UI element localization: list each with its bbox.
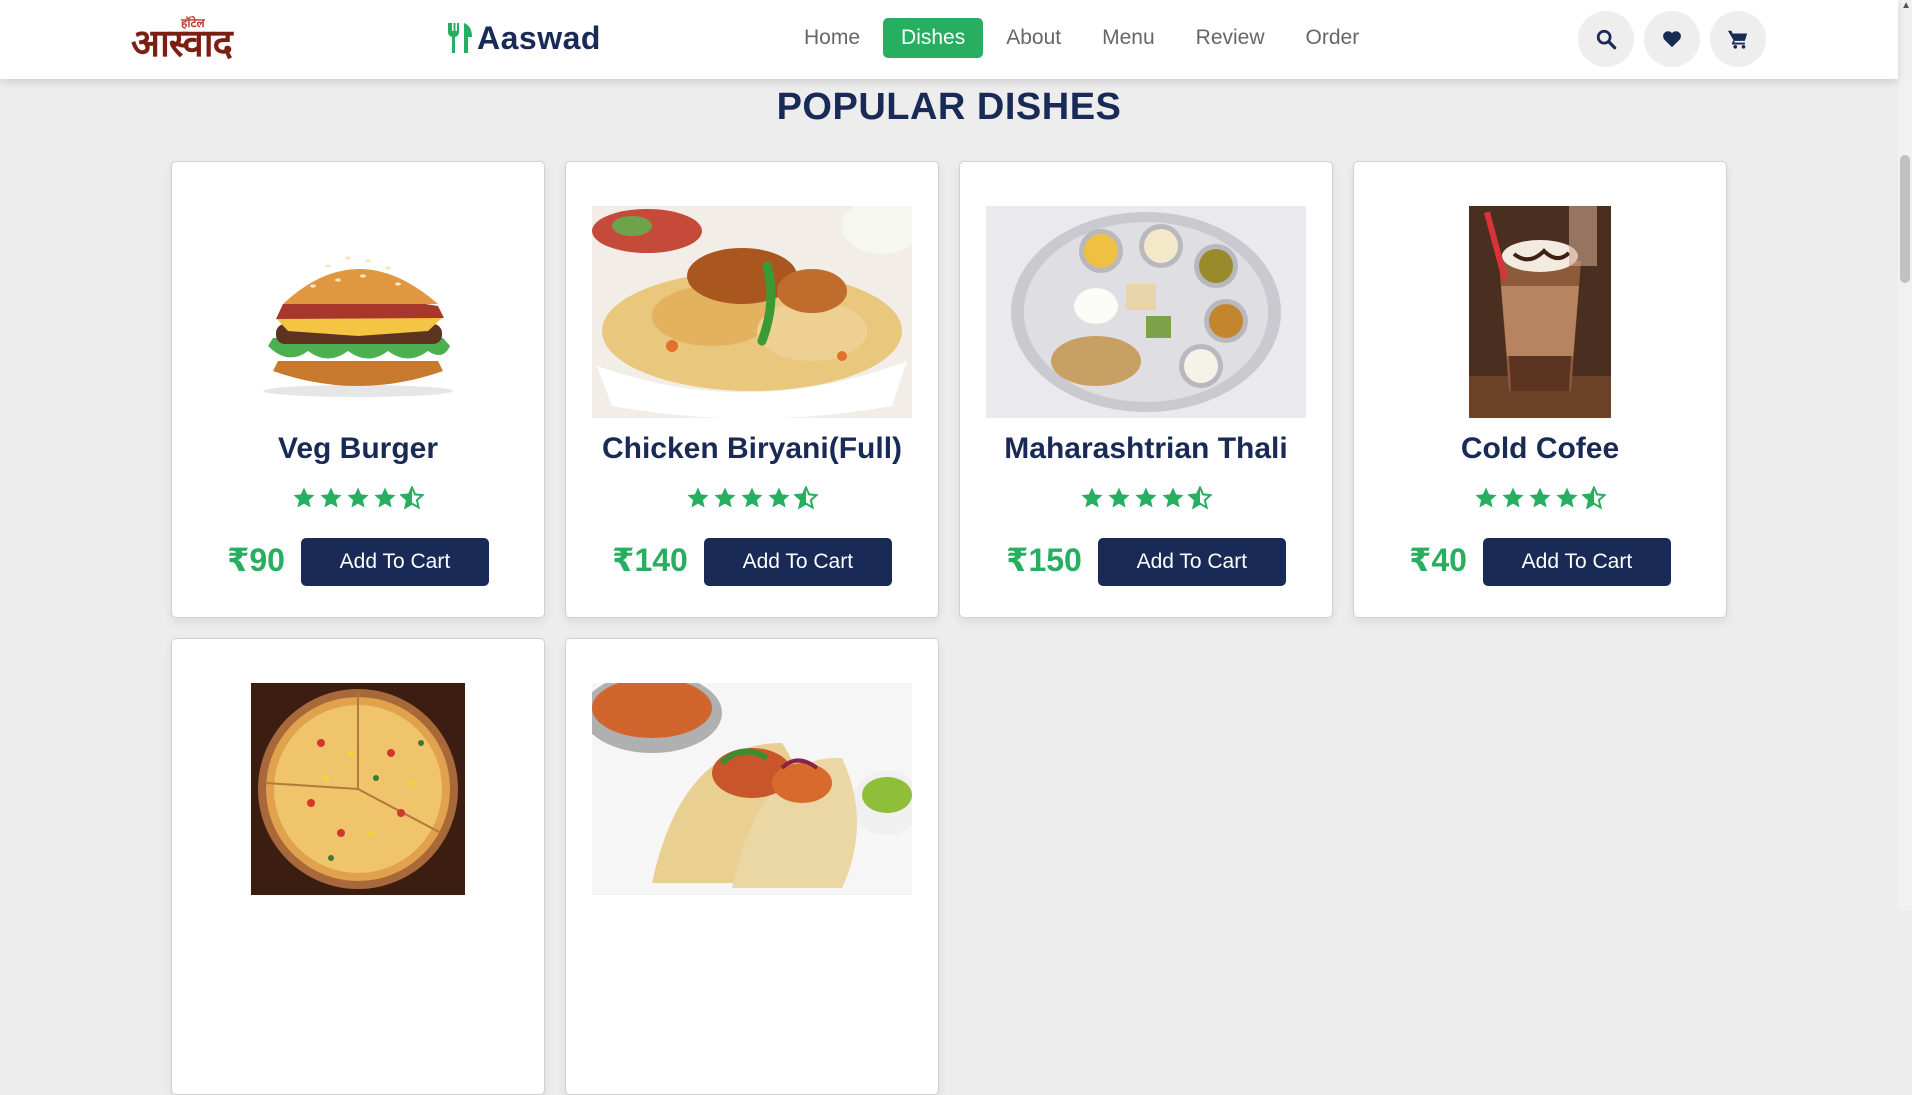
nav-dishes[interactable]: Dishes <box>883 18 984 58</box>
dish-card: Maharashtrian Thali ₹150 Add To Cart <box>959 161 1333 618</box>
page-scrollbar[interactable] <box>1898 0 1912 910</box>
dish-image <box>960 206 1332 418</box>
star-icon <box>1475 487 1497 508</box>
star-icon <box>347 487 369 508</box>
utensils-icon <box>448 23 472 53</box>
brand-name: Aaswad <box>477 19 601 56</box>
dish-card: Chicken Biryani(Full) ₹140 Add To Cart <box>565 161 939 618</box>
dish-name: Maharashtrian Thali <box>1004 432 1288 465</box>
dish-price: ₹150 <box>1006 542 1082 578</box>
nav-home[interactable]: Home <box>786 18 878 58</box>
section-title: POPULAR DISHES <box>776 86 1122 128</box>
dish-card <box>171 638 545 1095</box>
star-icon <box>687 487 709 508</box>
dish-card: Veg Burger ₹90 Add To Cart <box>171 161 545 618</box>
dish-name: Cold Cofee <box>1460 432 1620 465</box>
main-nav: Home Dishes About Menu Review Order <box>786 18 1382 58</box>
star-half-icon <box>794 486 818 510</box>
thali-image <box>986 206 1306 418</box>
heart-icon <box>1663 31 1681 48</box>
rating-stars <box>172 486 544 510</box>
dish-price: ₹90 <box>227 542 285 578</box>
logo-main-text: आस्वाद <box>131 20 233 65</box>
card-footer: ₹90 Add To Cart <box>172 538 544 586</box>
star-icon <box>293 487 315 508</box>
dish-image <box>566 683 938 895</box>
dish-image <box>172 206 544 418</box>
search-button[interactable] <box>1578 11 1634 67</box>
scroll-up-arrow-icon[interactable]: ▲ <box>1901 0 1911 11</box>
add-to-cart-button[interactable]: Add To Cart <box>1097 538 1286 586</box>
add-to-cart-button[interactable]: Add To Cart <box>1482 538 1671 586</box>
card-footer: ₹40 Add To Cart <box>1354 538 1726 586</box>
star-icon <box>1162 487 1184 508</box>
star-half-icon <box>400 486 424 510</box>
rating-stars <box>960 486 1332 510</box>
dish-name: Veg Burger <box>277 432 439 465</box>
card-footer: ₹150 Add To Cart <box>960 538 1332 586</box>
star-icon <box>1081 487 1103 508</box>
dish-image <box>172 683 544 895</box>
star-icon <box>1108 487 1130 508</box>
star-half-icon <box>1188 486 1212 510</box>
star-half-icon <box>1582 486 1606 510</box>
favorites-button[interactable] <box>1644 11 1700 67</box>
rating-stars <box>1354 486 1726 510</box>
search-icon <box>1596 29 1617 50</box>
hotel-logo[interactable]: हॉटेल आस्वाद <box>131 14 251 64</box>
star-icon <box>374 487 396 508</box>
star-icon <box>714 487 736 508</box>
brand[interactable]: Aaswad <box>446 18 601 58</box>
star-icon <box>1556 487 1578 508</box>
add-to-cart-button[interactable]: Add To Cart <box>703 538 892 586</box>
dish-card <box>565 638 939 1095</box>
dish-image <box>566 206 938 418</box>
wrap-image <box>592 683 912 895</box>
pizza-image <box>251 683 465 895</box>
add-to-cart-button[interactable]: Add To Cart <box>300 538 489 586</box>
nav-order[interactable]: Order <box>1288 18 1378 58</box>
cart-button[interactable] <box>1710 11 1766 67</box>
dish-price: ₹140 <box>612 542 688 578</box>
card-footer: ₹140 Add To Cart <box>566 538 938 586</box>
nav-review[interactable]: Review <box>1178 18 1283 58</box>
nav-about[interactable]: About <box>988 18 1079 58</box>
star-icon <box>1502 487 1524 508</box>
star-icon <box>320 487 342 508</box>
star-icon <box>768 487 790 508</box>
biryani-image <box>592 206 912 418</box>
star-icon <box>741 487 763 508</box>
dish-price: ₹40 <box>1409 542 1467 578</box>
nav-menu[interactable]: Menu <box>1084 18 1173 58</box>
burger-image <box>263 256 453 397</box>
site-header: हॉटेल आस्वाद Aaswad Home Dishes About Me… <box>0 0 1898 79</box>
coffee-image <box>1469 206 1611 418</box>
star-icon <box>1529 487 1551 508</box>
dish-card: Cold Cofee ₹40 Add To Cart <box>1353 161 1727 618</box>
star-icon <box>1135 487 1157 508</box>
dish-image <box>1354 206 1726 418</box>
dish-name: Chicken Biryani(Full) <box>601 432 903 465</box>
header-icons <box>1578 11 1776 67</box>
scrollbar-thumb[interactable] <box>1900 155 1910 283</box>
rating-stars <box>566 486 938 510</box>
cart-icon <box>1727 30 1748 49</box>
